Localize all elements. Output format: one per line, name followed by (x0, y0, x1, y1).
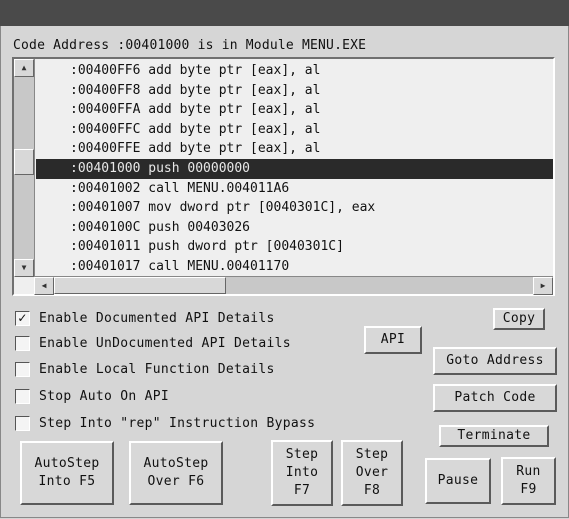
scroll-up-icon[interactable]: ▲ (14, 59, 34, 77)
code-line[interactable]: :00401000 push 00000000 (36, 158, 553, 179)
code-address-label: Code Address :00401000 is in Module MENU… (13, 38, 367, 53)
vertical-scroll-thumb[interactable] (14, 149, 34, 175)
code-line[interactable]: :00400FFA add byte ptr [eax], al (36, 100, 553, 120)
option-label: Enable UnDocumented API Details (39, 335, 291, 351)
code-line[interactable]: :00400FFE add byte ptr [eax], al (36, 139, 553, 159)
checkbox-documented-api[interactable]: ✓ (15, 310, 30, 326)
vertical-scrollbar[interactable]: ▲ ▼ (14, 59, 35, 277)
horizontal-scrollbar[interactable]: ◀ ▶ (34, 276, 553, 295)
code-line[interactable]: :00401007 mov dword ptr [0040301C], eax (36, 198, 553, 218)
goto-address-button[interactable]: Goto Address (433, 347, 557, 375)
terminate-button[interactable]: Terminate (439, 425, 549, 447)
run-button[interactable]: Run F9 (501, 457, 556, 505)
option-label: Step Into "rep" Instruction Bypass (39, 415, 316, 431)
option-label: Stop Auto On API (39, 388, 170, 404)
scroll-right-icon[interactable]: ▶ (533, 277, 553, 295)
option-stop-auto-on-api[interactable]: Stop Auto On API (15, 387, 169, 405)
option-rep-bypass[interactable]: Step Into "rep" Instruction Bypass (15, 414, 315, 432)
autostep-over-button[interactable]: AutoStep Over F6 (129, 441, 223, 505)
disassembly-listing[interactable]: ▲ ▼ :00400FF6 add byte ptr [eax], al :00… (12, 57, 555, 296)
code-line[interactable]: :00400FF8 add byte ptr [eax], al (36, 81, 553, 101)
autostep-into-button[interactable]: AutoStep Into F5 (20, 441, 114, 505)
api-button[interactable]: API (364, 326, 422, 354)
copy-button[interactable]: Copy (493, 308, 545, 330)
patch-code-button[interactable]: Patch Code (433, 384, 557, 412)
scroll-left-icon[interactable]: ◀ (34, 277, 54, 295)
code-line[interactable]: :00401011 push dword ptr [0040301C] (36, 237, 553, 257)
option-documented-api[interactable]: ✓ Enable Documented API Details (15, 309, 275, 327)
code-line[interactable]: :00401002 call MENU.004011A6 (36, 179, 553, 199)
code-line[interactable]: :0040100C push 00403026 (36, 218, 553, 238)
option-local-function[interactable]: Enable Local Function Details (15, 360, 275, 378)
code-lines: :00400FF6 add byte ptr [eax], al :00400F… (36, 61, 553, 277)
code-line[interactable]: :00400FFC add byte ptr [eax], al (36, 120, 553, 140)
option-label: Enable Local Function Details (39, 361, 275, 377)
option-label: Enable Documented API Details (39, 310, 275, 326)
option-undocumented-api[interactable]: Enable UnDocumented API Details (15, 334, 291, 352)
debugger-window: Code Address :00401000 is in Module MENU… (0, 26, 569, 518)
title-bar[interactable] (0, 0, 569, 26)
checkbox-rep-bypass[interactable] (15, 415, 30, 431)
scroll-down-icon[interactable]: ▼ (14, 259, 34, 277)
checkbox-undocumented-api[interactable] (15, 335, 30, 351)
code-line[interactable]: :00400FF6 add byte ptr [eax], al (36, 61, 553, 81)
step-over-button[interactable]: Step Over F8 (341, 440, 403, 506)
horizontal-scroll-thumb[interactable] (54, 277, 226, 294)
pause-button[interactable]: Pause (425, 458, 491, 504)
step-into-button[interactable]: Step Into F7 (271, 440, 333, 506)
code-line[interactable]: :00401017 call MENU.00401170 (36, 257, 553, 277)
checkbox-local-function[interactable] (15, 361, 30, 377)
checkbox-stop-auto-on-api[interactable] (15, 388, 30, 404)
